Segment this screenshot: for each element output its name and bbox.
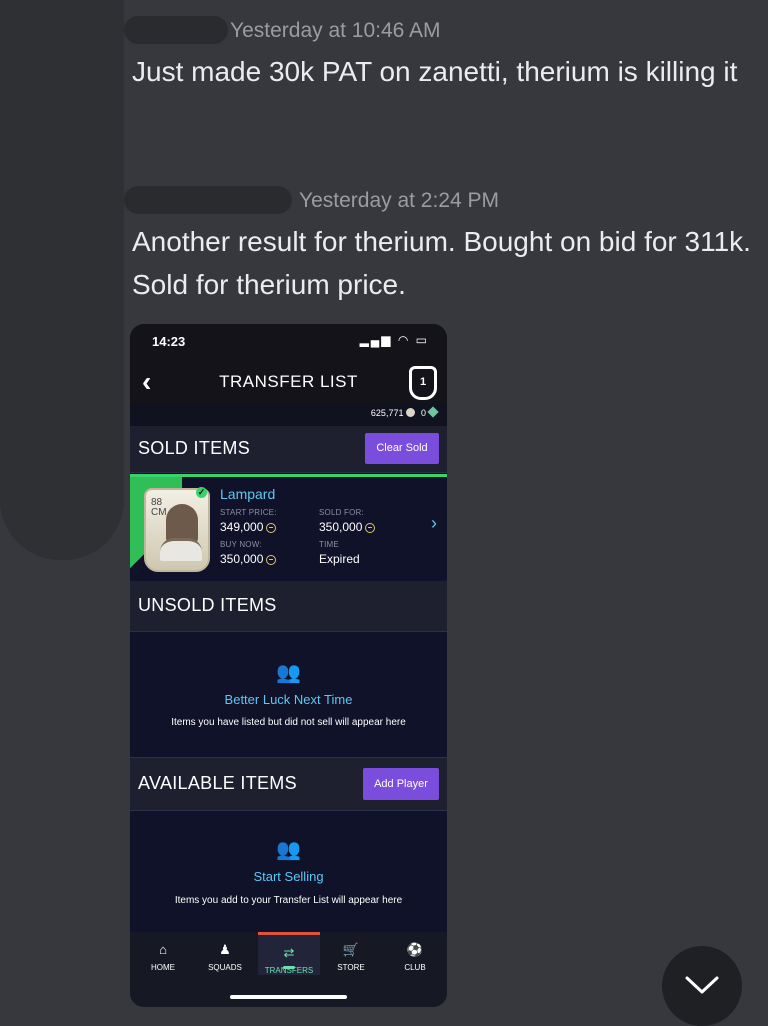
add-player-button[interactable]: Add Player bbox=[363, 768, 439, 800]
transfer-arrows-icon: ⇄ bbox=[283, 945, 295, 960]
coin-icon bbox=[365, 523, 376, 533]
empty-text: Items you have listed but did not sell w… bbox=[171, 717, 406, 728]
coin-icon bbox=[266, 523, 277, 533]
tab-club[interactable]: ⚽ CLUB bbox=[390, 942, 440, 972]
chevron-right-icon[interactable]: › bbox=[431, 513, 437, 534]
player-card-image: 88 CM bbox=[144, 488, 210, 572]
scroll-to-bottom-button[interactable] bbox=[662, 946, 742, 1026]
coin-icon bbox=[406, 408, 416, 417]
bottom-tab-bar: ⌂ HOME ♟ SQUADS ⇄ TRANSFERS 🛒 STORE ⚽ CL… bbox=[130, 932, 447, 1007]
available-empty-state: 👥 Start Selling Items you add to your Tr… bbox=[130, 811, 447, 932]
buy-now-value: 350,000 bbox=[220, 552, 277, 566]
tab-store[interactable]: 🛒 STORE bbox=[326, 942, 376, 972]
empty-title: Better Luck Next Time bbox=[224, 692, 353, 707]
message-timestamp: Yesterday at 2:24 PM bbox=[299, 189, 500, 212]
section-title: AVAILABLE ITEMS bbox=[138, 773, 297, 793]
people-icon: 👥 bbox=[276, 662, 301, 684]
player-name: Lampard bbox=[220, 486, 276, 502]
start-price-label: START PRICE: bbox=[220, 508, 277, 517]
home-icon: ⌂ bbox=[159, 942, 167, 957]
club-icon: ⚽ bbox=[406, 942, 424, 957]
signal-wifi-battery-icon: ▂▄▆ ◠ ▭ bbox=[359, 333, 429, 347]
cart-icon: 🛒 bbox=[342, 942, 360, 957]
buy-now-label: BUY NOW: bbox=[220, 540, 262, 549]
tab-transfers[interactable]: ⇄ TRANSFERS bbox=[258, 932, 320, 975]
player-shirt bbox=[160, 538, 202, 561]
unsold-items-header: UNSOLD ITEMS bbox=[130, 581, 447, 632]
redacted-username bbox=[124, 186, 292, 214]
unsold-empty-state: 👥 Better Luck Next Time Items you have l… bbox=[130, 632, 447, 758]
home-indicator bbox=[230, 995, 347, 999]
sold-for-label: SOLD FOR: bbox=[319, 508, 364, 517]
time-value: Expired bbox=[319, 552, 360, 566]
people-icon: 👥 bbox=[276, 839, 301, 861]
clear-sold-button[interactable]: Clear Sold bbox=[365, 433, 439, 464]
currency-row: 625,771 0 bbox=[130, 404, 447, 426]
transfer-list-header: ‹ TRANSFER LIST 1 bbox=[130, 360, 447, 404]
sold-item-card[interactable]: 88 CM ✓ Lampard START PRICE: 349,000 BUY … bbox=[130, 474, 447, 581]
empty-title: Start Selling bbox=[253, 869, 324, 884]
coin-balance: 625,771 0 bbox=[371, 406, 439, 418]
check-icon: ✓ bbox=[196, 487, 207, 498]
page-title: TRANSFER LIST bbox=[219, 372, 358, 391]
time-label: TIME bbox=[319, 540, 339, 549]
section-title: SOLD ITEMS bbox=[138, 438, 251, 458]
status-bar: 14:23 ▂▄▆ ◠ ▭ bbox=[130, 324, 447, 360]
sold-for-value: 350,000 bbox=[319, 520, 376, 534]
message-text: Just made 30k PAT on zanetti, therium is… bbox=[132, 56, 738, 87]
player-position: CM bbox=[151, 507, 167, 518]
empty-text: Items you add to your Transfer List will… bbox=[174, 895, 403, 906]
points-icon bbox=[427, 406, 439, 418]
available-items-header: AVAILABLE ITEMS Add Player bbox=[130, 758, 447, 811]
message-timestamp: Yesterday at 10:46 AM bbox=[230, 19, 441, 42]
tab-squads[interactable]: ♟ SQUADS bbox=[200, 942, 250, 972]
club-badge-icon[interactable]: 1 bbox=[409, 366, 437, 400]
message-text: Another result for therium. Bought on bi… bbox=[132, 226, 751, 300]
section-title: UNSOLD ITEMS bbox=[138, 595, 277, 615]
redacted-username bbox=[124, 16, 228, 44]
tab-home[interactable]: ⌂ HOME bbox=[138, 942, 188, 972]
status-time: 14:23 bbox=[152, 334, 186, 349]
chat-left-avatar-area bbox=[0, 0, 124, 560]
coin-icon bbox=[266, 555, 277, 565]
attached-screenshot[interactable]: 14:23 ▂▄▆ ◠ ▭ ‹ TRANSFER LIST 1 625,771 … bbox=[130, 324, 447, 1007]
squads-icon: ♟ bbox=[219, 942, 231, 957]
active-tab-indicator bbox=[283, 966, 295, 969]
start-price-value: 349,000 bbox=[220, 520, 277, 534]
chevron-down-icon bbox=[685, 976, 719, 994]
sold-items-header: SOLD ITEMS Clear Sold bbox=[130, 426, 447, 473]
